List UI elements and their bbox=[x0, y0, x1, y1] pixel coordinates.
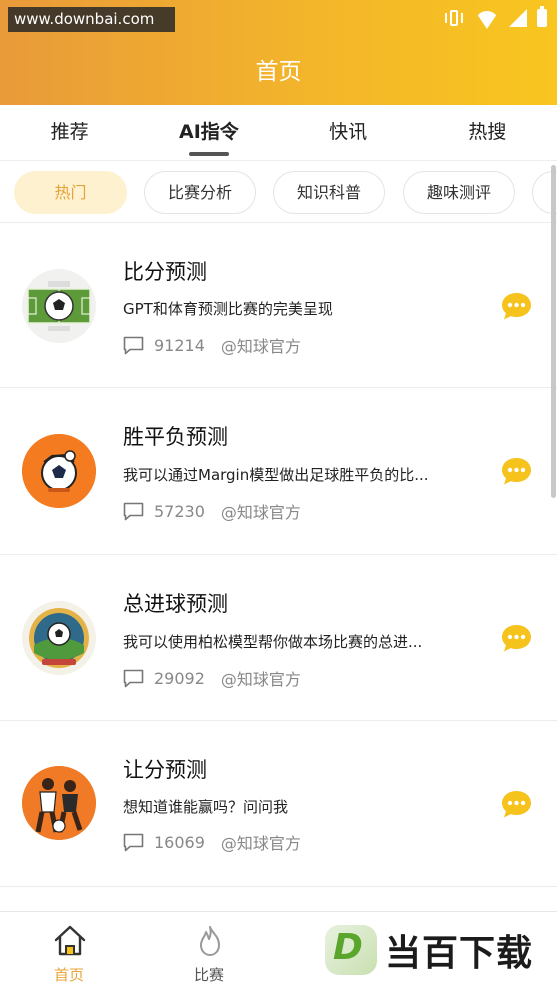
tab-recommend[interactable]: 推荐 bbox=[0, 105, 139, 160]
chat-bubble-icon[interactable] bbox=[500, 623, 533, 653]
list-item[interactable]: 比分预测 GPT和体育预测比赛的完美呈现 91214 @知球官方 bbox=[0, 223, 557, 388]
brand-watermark: D 当百下载 bbox=[325, 925, 533, 975]
chip-fun-review[interactable]: 趣味测评 bbox=[403, 171, 515, 214]
item-description: 我可以使用柏松模型帮你做本场比赛的总进... bbox=[123, 633, 423, 651]
item-title: 让分预测 bbox=[123, 758, 207, 782]
chat-bubble-icon[interactable] bbox=[500, 291, 533, 321]
list-item[interactable]: 总进球预测 我可以使用柏松模型帮你做本场比赛的总进... 29092 @知球官方 bbox=[0, 556, 557, 721]
item-divider bbox=[0, 886, 557, 887]
chip-knowledge[interactable]: 知识科普 bbox=[273, 171, 385, 214]
item-meta: 29092 @知球官方 bbox=[123, 667, 301, 689]
author: @知球官方 bbox=[220, 834, 301, 853]
brand-text: 当百下载 bbox=[385, 933, 534, 974]
signal-icon bbox=[509, 9, 527, 27]
tab-label: AI指令 bbox=[178, 121, 239, 143]
item-description: 想知道谁能赢吗？问问我 bbox=[123, 798, 289, 816]
header: www.downbai.com 首页 bbox=[0, 0, 557, 105]
chip-match-analysis[interactable]: 比赛分析 bbox=[144, 171, 256, 214]
item-meta: 57230 @知球官方 bbox=[123, 500, 301, 522]
author: @知球官方 bbox=[220, 503, 301, 522]
nav-matches[interactable]: 比赛 bbox=[164, 912, 254, 990]
tab-hot-search[interactable]: 热搜 bbox=[418, 105, 557, 160]
list-item[interactable]: 让分预测 想知道谁能赢吗？问问我 16069 @知球官方 bbox=[0, 722, 557, 887]
app-root: www.downbai.com 首页 推荐 AI指令 快讯 热搜 热门 比赛分析… bbox=[0, 0, 557, 990]
wifi-icon bbox=[475, 11, 499, 29]
scrollbar[interactable] bbox=[551, 165, 556, 498]
item-description: GPT和体育预测比赛的完美呈现 bbox=[123, 300, 333, 318]
page-title: 首页 bbox=[255, 59, 302, 85]
comment-icon bbox=[123, 336, 144, 355]
home-icon bbox=[53, 924, 87, 958]
active-tab-indicator bbox=[188, 152, 229, 156]
item-title: 总进球预测 bbox=[123, 592, 228, 616]
tab-label: 热搜 bbox=[468, 121, 507, 143]
nav-home[interactable]: 首页 bbox=[24, 912, 114, 990]
nav-home-label: 首页 bbox=[53, 966, 84, 984]
item-divider bbox=[0, 387, 557, 388]
status-bar bbox=[443, 6, 547, 30]
soccer-field-icon bbox=[22, 269, 96, 343]
usage-count: 29092 bbox=[154, 668, 205, 688]
list-item[interactable]: 胜平负预测 我可以通过Margin模型做出足球胜平负的比... 57230 @知… bbox=[0, 389, 557, 554]
chat-bubble-icon[interactable] bbox=[500, 789, 533, 819]
item-description: 我可以通过Margin模型做出足球胜平负的比... bbox=[123, 466, 429, 484]
chip-hot[interactable]: 热门 bbox=[14, 171, 127, 214]
stadium-badge-icon bbox=[22, 601, 96, 675]
tab-label: 推荐 bbox=[50, 121, 89, 143]
tab-label: 快讯 bbox=[329, 121, 368, 143]
usage-count: 16069 bbox=[154, 832, 205, 852]
soccer-ball-icon bbox=[22, 434, 96, 508]
comment-icon bbox=[123, 669, 144, 688]
comment-icon bbox=[123, 833, 144, 852]
author: @知球官方 bbox=[220, 670, 301, 689]
category-chips: 热门 比赛分析 知识科普 趣味测评 bbox=[0, 162, 557, 222]
vibrate-icon bbox=[443, 7, 465, 29]
site-watermark: www.downbai.com bbox=[8, 7, 175, 32]
tab-ai-command[interactable]: AI指令 bbox=[139, 105, 278, 160]
item-meta: 91214 @知球官方 bbox=[123, 334, 301, 356]
item-divider bbox=[0, 720, 557, 721]
comment-icon bbox=[123, 502, 144, 521]
brand-logo-letter: D bbox=[333, 927, 363, 968]
usage-count: 91214 bbox=[154, 335, 205, 355]
flame-icon bbox=[193, 924, 227, 958]
item-divider bbox=[0, 554, 557, 555]
author: @知球官方 bbox=[220, 337, 301, 356]
item-title: 胜平负预测 bbox=[123, 425, 228, 449]
brand-logo: D bbox=[325, 925, 377, 975]
tab-news[interactable]: 快讯 bbox=[279, 105, 418, 160]
nav-matches-label: 比赛 bbox=[193, 966, 224, 984]
top-tabs: 推荐 AI指令 快讯 热搜 bbox=[0, 105, 557, 161]
item-title: 比分预测 bbox=[123, 260, 207, 284]
chat-bubble-icon[interactable] bbox=[500, 456, 533, 486]
players-icon bbox=[22, 766, 96, 840]
battery-icon bbox=[537, 6, 547, 27]
usage-count: 57230 bbox=[154, 501, 205, 521]
item-meta: 16069 @知球官方 bbox=[123, 831, 301, 853]
